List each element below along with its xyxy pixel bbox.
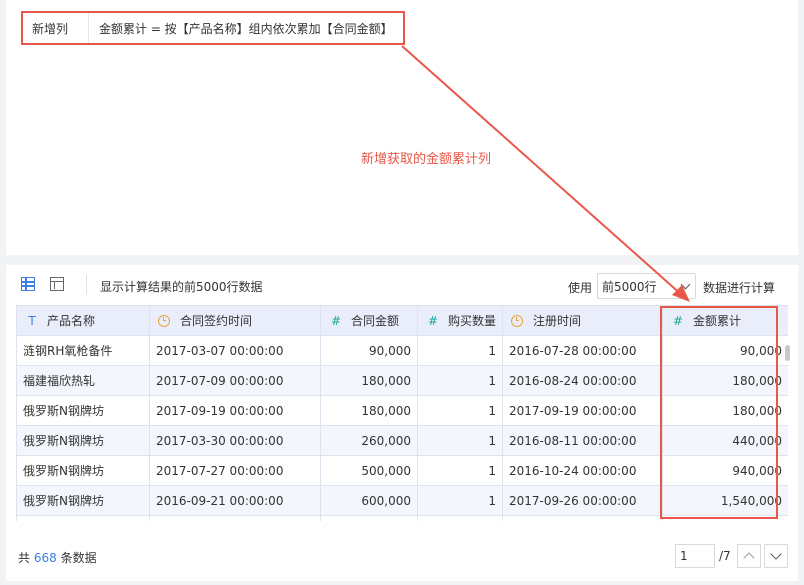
column-header-amount[interactable]: # 合同金额 <box>320 305 418 336</box>
row-limit-value: 前5000行 <box>602 279 657 294</box>
cell-register-time: 2016-10-24 00:00:00 <box>502 455 663 486</box>
cell-quantity: 1 <box>417 485 503 516</box>
compute-label: 数据进行计算 <box>703 281 776 295</box>
annotation-text: 新增获取的金额累计列 <box>361 152 492 167</box>
cell-cumulative: 440,000 <box>662 425 788 456</box>
cell-register-time: 2016-07-28 00:00:00 <box>502 335 663 366</box>
use-label: 使用 <box>568 281 593 295</box>
cell-amount: 90,000 <box>320 335 418 366</box>
row-count-summary: 共 668 条数据 <box>18 551 97 565</box>
chevron-down-icon <box>680 279 691 290</box>
formula-label: 新增列 <box>23 13 89 43</box>
column-header-quantity[interactable]: # 购买数量 <box>417 305 503 336</box>
cell-quantity: 1 <box>417 365 503 396</box>
table-row-partial <box>16 515 788 521</box>
column-header-cumulative[interactable]: # 金额累计 <box>662 305 788 336</box>
cell-sign-time: 2017-07-09 00:00:00 <box>149 365 321 396</box>
cell-cumulative: 940,000 <box>662 455 788 486</box>
table-row: 福建福欣热轧 2017-07-09 00:00:00 180,000 1 201… <box>16 365 788 396</box>
table-scrollbar[interactable] <box>785 345 790 361</box>
cell-amount: 260,000 <box>320 425 418 456</box>
column-header-register-time[interactable]: 注册时间 <box>502 305 663 336</box>
table-view-icon[interactable] <box>21 277 35 291</box>
table-row: 俄罗斯N钢牌坊 2017-07-27 00:00:00 500,000 1 20… <box>16 455 788 486</box>
cell-amount: 180,000 <box>320 365 418 396</box>
cell-quantity: 1 <box>417 425 503 456</box>
layout-view-icon[interactable] <box>50 277 64 291</box>
result-info-text: 显示计算结果的前5000行数据 <box>100 280 263 294</box>
page-number-input[interactable] <box>675 544 715 568</box>
cell-product: 俄罗斯N钢牌坊 <box>16 395 150 426</box>
hash-icon: # <box>330 314 342 328</box>
row-count: 668 <box>33 551 57 565</box>
row-limit-select[interactable]: 前5000行 <box>597 273 696 299</box>
cell-quantity: 1 <box>417 335 503 366</box>
clock-icon <box>158 315 170 327</box>
next-page-button[interactable] <box>764 544 788 568</box>
cell-sign-time: 2016-09-21 00:00:00 <box>149 485 321 516</box>
cell-cumulative: 180,000 <box>662 365 788 396</box>
cell-register-time: 2016-08-24 00:00:00 <box>502 365 663 396</box>
cell-cumulative: 90,000 <box>662 335 788 366</box>
hash-icon: # <box>427 314 439 328</box>
column-header-sign-time[interactable]: 合同签约时间 <box>149 305 321 336</box>
cell-product: 俄罗斯N钢牌坊 <box>16 425 150 456</box>
formula-expression[interactable]: 金额累计 = 按【产品名称】组内依次累加【合同金额】 <box>89 20 393 37</box>
cell-sign-time: 2017-03-30 00:00:00 <box>149 425 321 456</box>
cell-quantity: 1 <box>417 395 503 426</box>
data-table-container: T 产品名称 合同签约时间 # 合同金额 # 购买数量 注册时间 # 金额累计 涟钢RH… <box>16 305 788 521</box>
toolbar-divider <box>86 275 87 295</box>
cell-amount: 180,000 <box>320 395 418 426</box>
data-table: T 产品名称 合同签约时间 # 合同金额 # 购买数量 注册时间 # 金额累计 涟钢RH… <box>16 305 788 521</box>
cell-amount: 500,000 <box>320 455 418 486</box>
table-row: 俄罗斯N钢牌坊 2017-09-19 00:00:00 180,000 1 20… <box>16 395 788 426</box>
clock-icon <box>511 315 523 327</box>
cell-sign-time: 2017-09-19 00:00:00 <box>149 395 321 426</box>
text-type-icon: T <box>28 314 36 328</box>
table-row: 俄罗斯N钢牌坊 2016-09-21 00:00:00 600,000 1 20… <box>16 485 788 516</box>
cell-amount: 600,000 <box>320 485 418 516</box>
prev-page-button[interactable] <box>737 544 761 568</box>
cell-cumulative: 180,000 <box>662 395 788 426</box>
cell-product: 俄罗斯N钢牌坊 <box>16 485 150 516</box>
preview-panel: 显示计算结果的前5000行数据 使用 前5000行 数据进行计算 T 产品名称 合… <box>6 265 798 581</box>
table-row: 俄罗斯N钢牌坊 2017-03-30 00:00:00 260,000 1 20… <box>16 425 788 456</box>
cell-product: 俄罗斯N钢牌坊 <box>16 455 150 486</box>
cell-register-time: 2016-08-11 00:00:00 <box>502 425 663 456</box>
preview-toolbar: 显示计算结果的前5000行数据 使用 前5000行 数据进行计算 <box>6 265 798 305</box>
cell-register-time: 2017-09-19 00:00:00 <box>502 395 663 426</box>
table-header-row: T 产品名称 合同签约时间 # 合同金额 # 购买数量 注册时间 # 金额累计 <box>16 305 788 336</box>
cell-register-time: 2017-09-26 00:00:00 <box>502 485 663 516</box>
hash-icon: # <box>672 314 684 328</box>
cell-sign-time: 2017-03-07 00:00:00 <box>149 335 321 366</box>
formula-panel: 新增列 金额累计 = 按【产品名称】组内依次累加【合同金额】 <box>6 0 798 255</box>
cell-product: 涟钢RH氧枪备件 <box>16 335 150 366</box>
page-total: /7 <box>719 549 731 563</box>
cell-cumulative: 1,540,000 <box>662 485 788 516</box>
cell-sign-time: 2017-07-27 00:00:00 <box>149 455 321 486</box>
table-row: 涟钢RH氧枪备件 2017-03-07 00:00:00 90,000 1 20… <box>16 335 788 366</box>
column-header-product[interactable]: T 产品名称 <box>16 305 150 336</box>
formula-highlight-box: 新增列 金额累计 = 按【产品名称】组内依次累加【合同金额】 <box>21 11 405 45</box>
cell-quantity: 1 <box>417 455 503 486</box>
cell-product: 福建福欣热轧 <box>16 365 150 396</box>
